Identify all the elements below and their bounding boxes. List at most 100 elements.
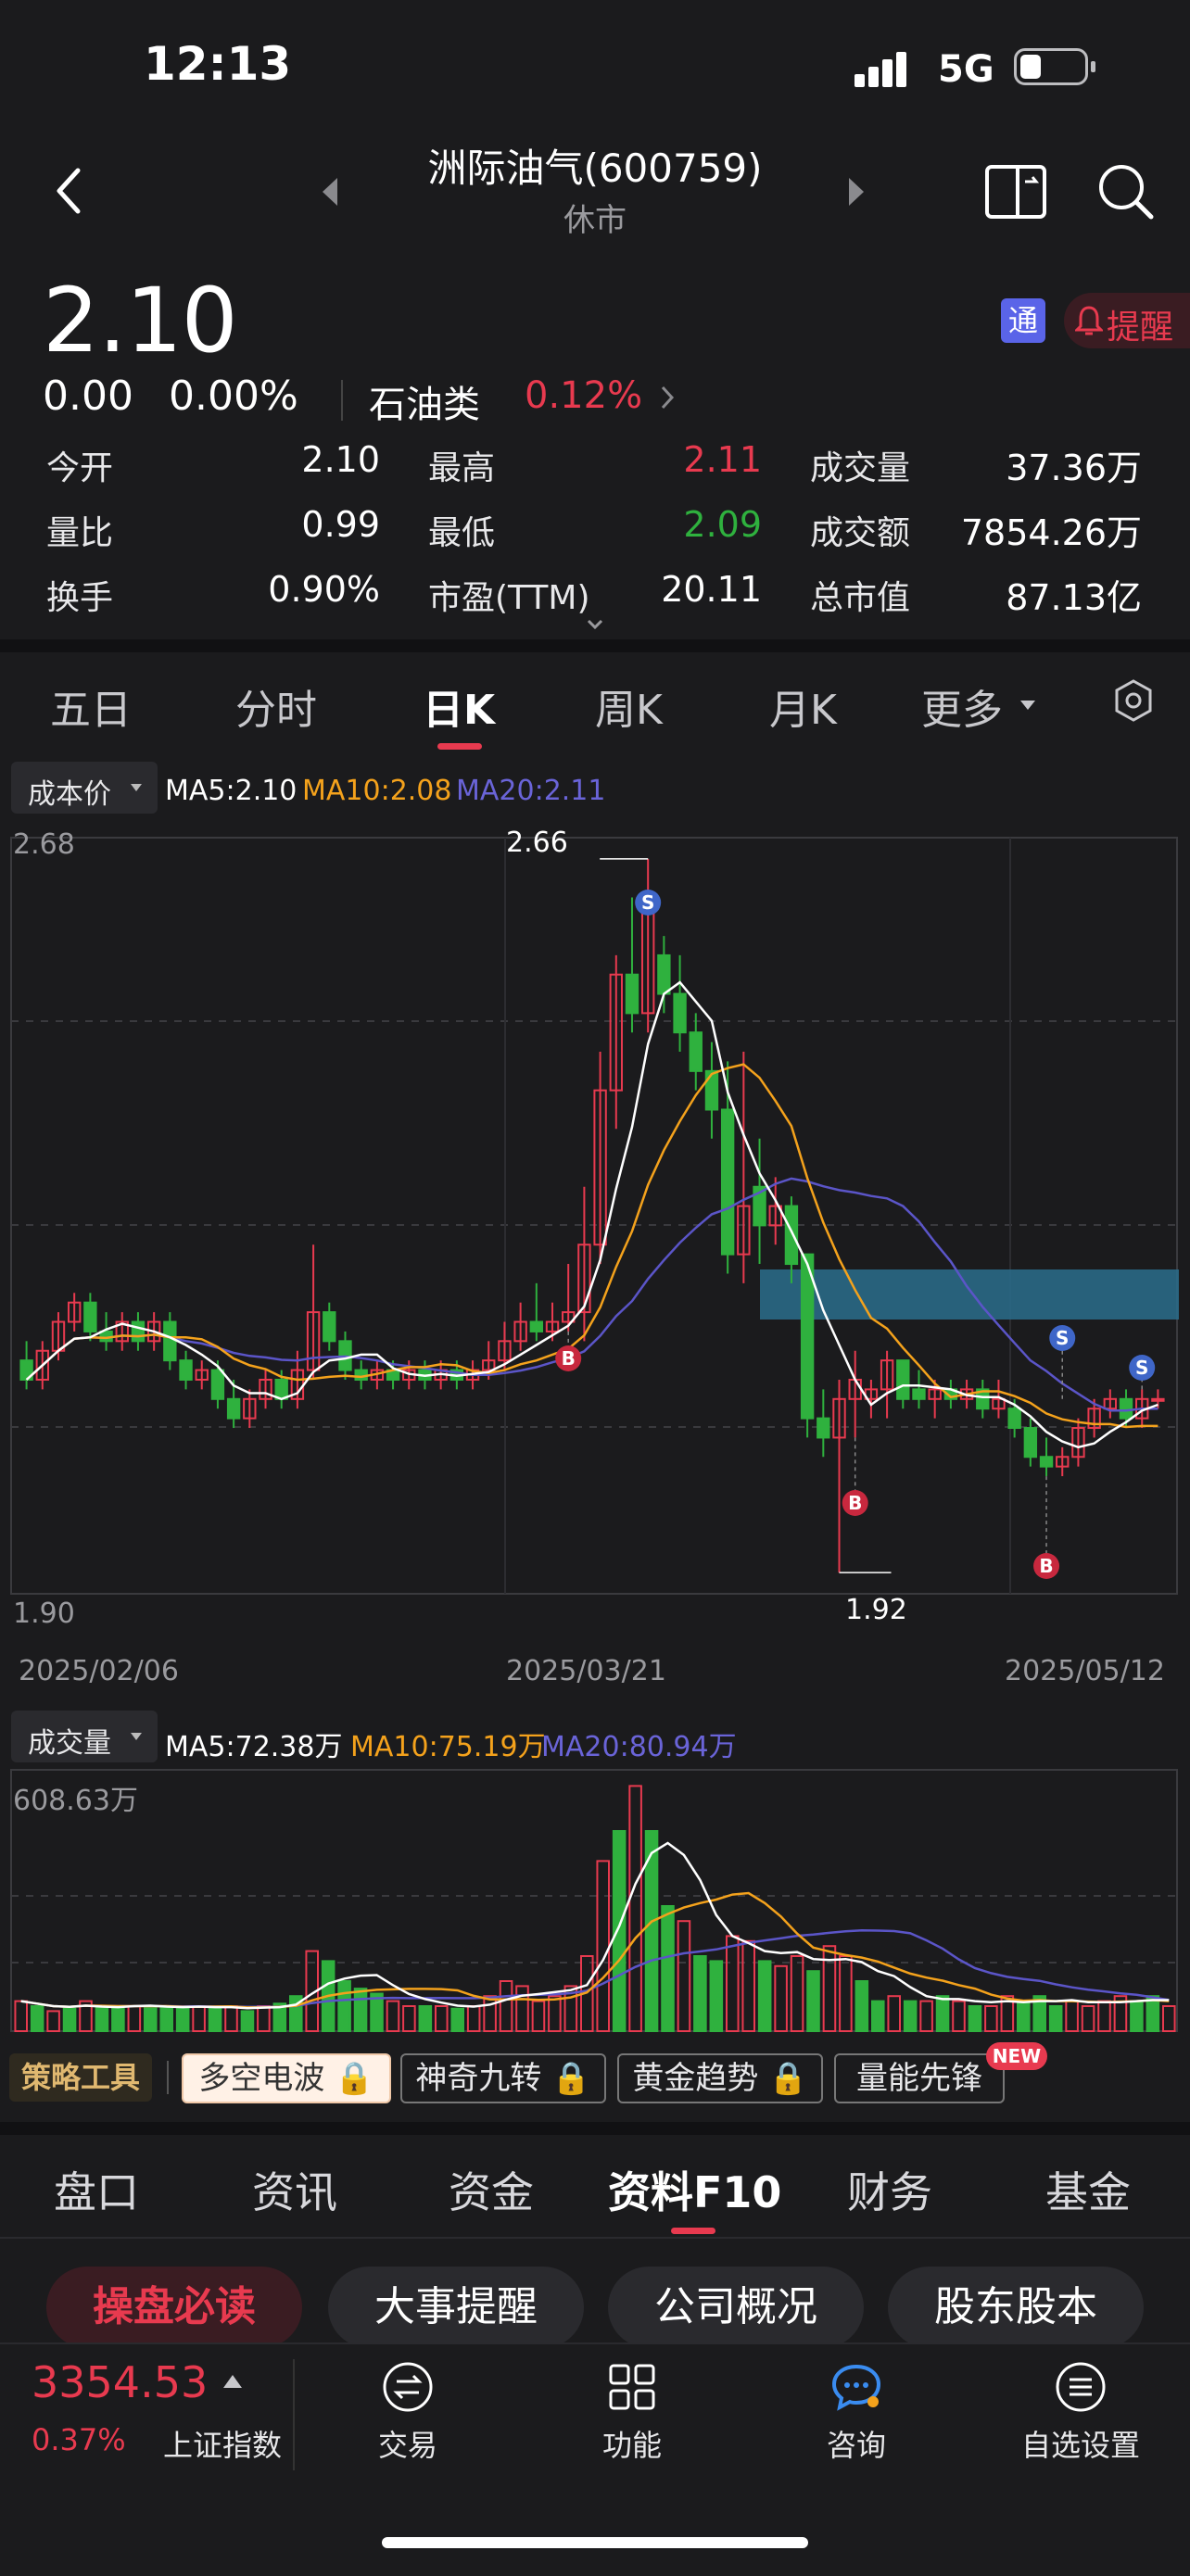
stat-label: 最低 <box>428 514 496 552</box>
cost-selector[interactable]: 成本价 <box>11 762 158 814</box>
candle-body <box>912 1388 926 1400</box>
tab-period-3[interactable]: 周K <box>595 676 663 736</box>
candle-body <box>689 1031 703 1072</box>
chip-label: 神奇九转 <box>415 2060 542 2097</box>
sub-pill-1[interactable]: 大事提醒 <box>328 2267 584 2348</box>
sub-pill-0[interactable]: 操盘必读 <box>46 2267 302 2348</box>
price-chart[interactable]: S B B S B S <box>0 815 1190 1705</box>
candle-body <box>529 1320 544 1332</box>
alert-button[interactable]: 提醒 <box>1064 293 1190 348</box>
stat-value: 0.99 <box>301 504 380 545</box>
candle-body <box>720 1108 735 1256</box>
next-stock-icon[interactable] <box>845 176 867 211</box>
section-divider <box>0 639 1190 652</box>
volume-bar <box>952 2000 966 2033</box>
volume-bar <box>450 2007 465 2033</box>
volume-bar <box>30 2005 44 2032</box>
sub-pill-2[interactable]: 公司概况 <box>608 2267 864 2348</box>
chip-label: 黄金趋势 <box>632 2060 759 2097</box>
candle-body <box>210 1369 225 1400</box>
switch-view-icon[interactable] <box>984 161 1049 224</box>
divider <box>341 380 343 421</box>
ma20-legend: MA20:2.11 <box>456 775 606 807</box>
sector-change-pct[interactable]: 0.12% <box>525 374 642 417</box>
strategy-chip-bullbear[interactable]: 多空电波 🔒 <box>182 2053 391 2103</box>
volume-bar <box>434 2005 449 2032</box>
sub-pill-3[interactable]: 股东股本 <box>888 2267 1144 2348</box>
candle-body <box>1119 1397 1133 1420</box>
tong-badge[interactable]: 通 <box>1001 298 1045 343</box>
date-label-mid: 2025/03/21 <box>506 1655 666 1687</box>
strategy-chip-nine-turn[interactable]: 神奇九转 🔒 <box>400 2053 606 2103</box>
chevron-right-icon[interactable] <box>658 384 677 415</box>
signal-letter: B <box>848 1492 862 1514</box>
volume-chart[interactable] <box>0 1766 1190 2035</box>
tab-info-5[interactable]: 基金 <box>1045 2159 1131 2220</box>
battery-icon <box>1014 48 1097 89</box>
price-change: 0.00 <box>43 373 133 420</box>
volume-bar <box>386 2000 400 2033</box>
triangle-up-icon <box>222 2374 243 2393</box>
index-change-pct: 0.37% <box>32 2422 126 2457</box>
volume-bar <box>1081 2005 1095 2032</box>
new-badge: NEW <box>986 2042 1047 2070</box>
y-max-label: 2.68 <box>13 828 75 861</box>
candle-body <box>83 1301 97 1332</box>
volume-bar <box>1097 2000 1111 2033</box>
volume-bar <box>725 1935 740 2032</box>
strategy-chip-golden-trend[interactable]: 黄金趋势 🔒 <box>617 2053 823 2103</box>
tab-period-1[interactable]: 分时 <box>235 676 317 736</box>
volume-bar <box>14 2000 29 2033</box>
volume-selector[interactable]: 成交量 <box>11 1711 158 1762</box>
nav-watchlist-settings-label: 自选设置 <box>1020 2428 1140 2463</box>
volume-bar <box>806 1970 820 2032</box>
stat-label: 最高 <box>428 449 496 487</box>
volume-bar <box>1161 2005 1176 2032</box>
volume-bar <box>499 1980 513 2032</box>
volume-bar <box>919 2000 933 2033</box>
dropdown-arrow-icon[interactable] <box>1019 697 1036 714</box>
tab-period-5[interactable]: 更多 <box>921 676 1003 736</box>
tab-info-3[interactable]: 资料F10 <box>608 2159 781 2220</box>
volume-bar <box>855 1980 869 2032</box>
volume-bar <box>790 1955 804 2032</box>
tab-period-4[interactable]: 月K <box>769 676 837 736</box>
tab-info-0[interactable]: 盘口 <box>54 2159 139 2220</box>
stat-value: 7854.26万 <box>960 512 1142 553</box>
volume-bar <box>935 1995 950 2032</box>
volume-bar <box>159 2005 174 2032</box>
nav-trade-label: 交易 <box>377 2428 437 2463</box>
settings-icon[interactable] <box>1112 678 1155 726</box>
chevron-down-icon[interactable] <box>586 617 604 635</box>
network-type: 5G <box>938 48 994 91</box>
divider <box>0 2237 1190 2239</box>
signal-letter: B <box>1039 1555 1053 1577</box>
stat-value: 37.36万 <box>1006 448 1142 488</box>
sector-name[interactable]: 石油类 <box>369 374 480 428</box>
candle-body <box>131 1320 146 1343</box>
candle-body <box>274 1378 288 1400</box>
candle-body <box>625 973 639 1015</box>
candle-body <box>1007 1408 1021 1430</box>
search-icon[interactable] <box>1095 161 1157 226</box>
status-time: 12:13 <box>144 37 292 91</box>
stat-label: 今开 <box>46 449 114 487</box>
strategy-chip-volume-pioneer[interactable]: 量能先锋 <box>834 2053 1005 2103</box>
tab-period-2[interactable]: 日K <box>423 676 495 736</box>
volume-bar <box>693 1955 707 2032</box>
volume-bar <box>192 2005 206 2032</box>
volume-bar <box>661 1905 675 2032</box>
tab-info-4[interactable]: 财务 <box>847 2159 932 2220</box>
tab-info-1[interactable]: 资讯 <box>252 2159 337 2220</box>
volume-bar <box>968 2005 982 2032</box>
volume-bar <box>1065 2000 1079 2033</box>
vol-ma5-line <box>20 1841 1170 2010</box>
volume-bar <box>531 2000 546 2033</box>
signal-letter: S <box>1056 1327 1069 1349</box>
tab-period-0[interactable]: 五日 <box>50 676 132 736</box>
index-value[interactable]: 3354.53 <box>32 2357 208 2407</box>
tab-info-2[interactable]: 资金 <box>449 2159 534 2220</box>
chat-icon <box>829 2361 884 2417</box>
y-min-label: 1.90 <box>13 1597 75 1630</box>
vol-ma10-line <box>20 1891 1170 2009</box>
